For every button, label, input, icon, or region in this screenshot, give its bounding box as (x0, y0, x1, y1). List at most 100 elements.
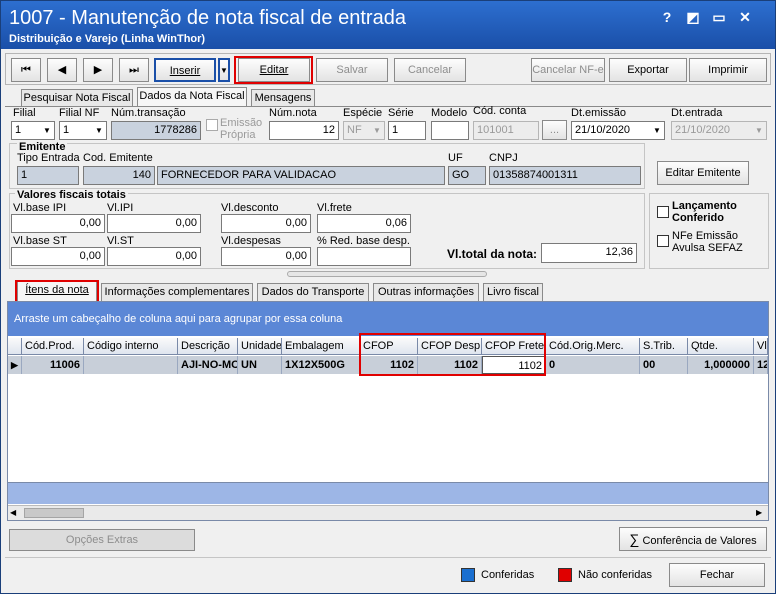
editar-emitente-button[interactable]: Editar Emitente (657, 161, 749, 185)
tab-outras-informacoes[interactable]: Outras informações (373, 283, 479, 301)
next-record-button[interactable]: ▶ (83, 58, 113, 82)
cell-s-trib[interactable]: 00 (640, 356, 688, 374)
inserir-dropdown-icon[interactable]: ▼ (218, 58, 230, 82)
desconto-field[interactable]: 0,00 (221, 214, 311, 233)
group-by-bar[interactable]: Arraste um cabeçalho de coluna aqui para… (8, 302, 768, 336)
cell-cod-prod[interactable]: 11006 (22, 356, 84, 374)
horizontal-scrollbar[interactable]: ◀ ▶ (8, 505, 768, 520)
col-s-trib[interactable]: S.Trib. (640, 338, 688, 355)
inserir-button[interactable]: Inserir (154, 58, 216, 82)
tab-dados-transporte[interactable]: Dados do Transporte (257, 283, 369, 301)
cell-descricao[interactable]: AJI-NO-MO (178, 356, 238, 374)
cell-codigo-interno[interactable] (84, 356, 178, 374)
cell-cfop-frete-editing[interactable]: 1102 (482, 356, 546, 374)
cod-conta-field[interactable]: 101001 (473, 121, 539, 140)
cnpj-field[interactable]: 01358874001311 (489, 166, 641, 185)
tab-itens-nota[interactable]: Ítens da nota (17, 281, 97, 301)
cod-emitente-label: Cod. Emitente (83, 152, 153, 164)
col-descricao[interactable]: Descrição (178, 338, 238, 355)
lancamento-conferido-checkbox[interactable] (657, 206, 669, 218)
help-icon[interactable]: ? (657, 7, 677, 27)
exportar-button[interactable]: Exportar (609, 58, 687, 82)
restore-icon[interactable]: ◩ (683, 7, 703, 27)
first-record-button[interactable]: ⏮ (11, 58, 41, 82)
splitter-handle[interactable] (287, 271, 487, 277)
dt-emissao-value: 21/10/2020 (575, 124, 631, 136)
scrollbar-thumb[interactable] (24, 508, 84, 518)
num-nota-field[interactable]: 12 (269, 121, 339, 140)
col-cod-orig-merc[interactable]: Cód.Orig.Merc. (546, 338, 640, 355)
especie-select[interactable]: NF ▼ (343, 121, 385, 140)
uf-field[interactable]: GO (448, 166, 486, 185)
close-icon[interactable]: ✕ (735, 7, 755, 27)
frete-field[interactable]: 0,06 (317, 214, 411, 233)
total-field[interactable]: 12,36 (541, 243, 637, 263)
col-unidade[interactable]: Unidade (238, 338, 282, 355)
valores-section-title: Valores fiscais totais (15, 189, 128, 201)
col-cod-prod[interactable]: Cód.Prod. (22, 338, 84, 355)
tab-pesquisar[interactable]: Pesquisar Nota Fiscal (21, 89, 133, 107)
st-label: Vl.ST (107, 235, 134, 247)
especie-label: Espécie (343, 107, 383, 119)
cancelar-button[interactable]: Cancelar (394, 58, 466, 82)
base-st-field[interactable]: 0,00 (11, 247, 105, 266)
serie-field[interactable]: 1 (388, 121, 426, 140)
nfe-avulsa-checkbox[interactable] (657, 235, 669, 247)
last-record-button[interactable]: ⏭ (119, 58, 149, 82)
row-pointer-icon: ▶ (8, 356, 22, 374)
tab-dados-nota[interactable]: Dados da Nota Fiscal (137, 87, 247, 107)
cod-emitente-field[interactable]: 140 (83, 166, 155, 185)
base-ipi-field[interactable]: 0,00 (11, 214, 105, 233)
col-cfop-frete[interactable]: CFOP Frete (482, 338, 546, 355)
opcoes-extras-button[interactable]: Opções Extras (9, 529, 195, 551)
red-base-label: % Red. base desp. (317, 235, 410, 247)
despesas-field[interactable]: 0,00 (221, 247, 311, 266)
prev-record-button[interactable]: ◀ (47, 58, 77, 82)
cell-embalagem[interactable]: 1X12X500G (282, 356, 360, 374)
cell-qtde[interactable]: 1,000000 (688, 356, 754, 374)
tab-mensagens[interactable]: Mensagens (251, 89, 315, 107)
editar-button[interactable]: Editar (238, 58, 310, 82)
cell-cfop-desp[interactable]: 1102 (418, 356, 482, 374)
emissao-propria-checkbox[interactable] (206, 119, 218, 131)
salvar-button[interactable]: Salvar (316, 58, 388, 82)
conferencia-valores-button[interactable]: ∑ Conferência de Valores (619, 527, 767, 551)
dt-emissao-field[interactable]: 21/10/2020 ▼ (571, 121, 665, 140)
cell-cod-orig-merc[interactable]: 0 (546, 356, 640, 374)
base-ipi-label: Vl.base IPI (13, 202, 67, 214)
cell-vl[interactable]: 12 (754, 356, 768, 374)
scroll-left-icon[interactable]: ◀ (10, 507, 20, 519)
col-codigo-interno[interactable]: Código interno (84, 338, 178, 355)
col-vl[interactable]: Vl. (754, 338, 768, 355)
filial-nf-label: Filial NF (59, 107, 100, 119)
cell-unidade[interactable]: UN (238, 356, 282, 374)
ipi-field[interactable]: 0,00 (107, 214, 201, 233)
total-label: Vl.total da nota: (447, 247, 537, 261)
filial-select[interactable]: 1 ▼ (11, 121, 55, 140)
st-field[interactable]: 0,00 (107, 247, 201, 266)
col-cfop[interactable]: CFOP (360, 338, 418, 355)
maximize-icon[interactable]: ▭ (709, 7, 729, 27)
red-base-field[interactable] (317, 247, 411, 266)
modelo-field[interactable] (431, 121, 469, 140)
imprimir-button[interactable]: Imprimir (689, 58, 767, 82)
col-cfop-desp[interactable]: CFOP Desp. (418, 338, 482, 355)
dt-entrada-label: Dt.entrada (671, 107, 723, 119)
scroll-right-icon[interactable]: ▶ (756, 507, 766, 519)
tab-informacoes-complementares[interactable]: Informações complementares (101, 283, 253, 301)
tab-livro-fiscal[interactable]: Livro fiscal (483, 283, 543, 301)
cnpj-label: CNPJ (489, 152, 518, 164)
fechar-button[interactable]: Fechar (669, 563, 765, 587)
tipo-entrada-field[interactable]: 1 (17, 166, 79, 185)
cod-conta-lookup-button[interactable]: ... (542, 120, 567, 140)
window-title: 1007 - Manutenção de nota fiscal de entr… (9, 7, 406, 29)
col-embalagem[interactable]: Embalagem (282, 338, 360, 355)
cell-cfop[interactable]: 1102 (360, 356, 418, 374)
num-transacao-field[interactable]: 1778286 (111, 121, 201, 140)
uf-label: UF (448, 152, 463, 164)
filial-nf-select[interactable]: 1 ▼ (59, 121, 107, 140)
col-qtde[interactable]: Qtde. (688, 338, 754, 355)
emitente-nome-field[interactable]: FORNECEDOR PARA VALIDACAO (157, 166, 445, 185)
dt-entrada-field[interactable]: 21/10/2020 ▼ (671, 121, 767, 140)
cancelar-nfe-button[interactable]: Cancelar NF-e (531, 58, 605, 82)
